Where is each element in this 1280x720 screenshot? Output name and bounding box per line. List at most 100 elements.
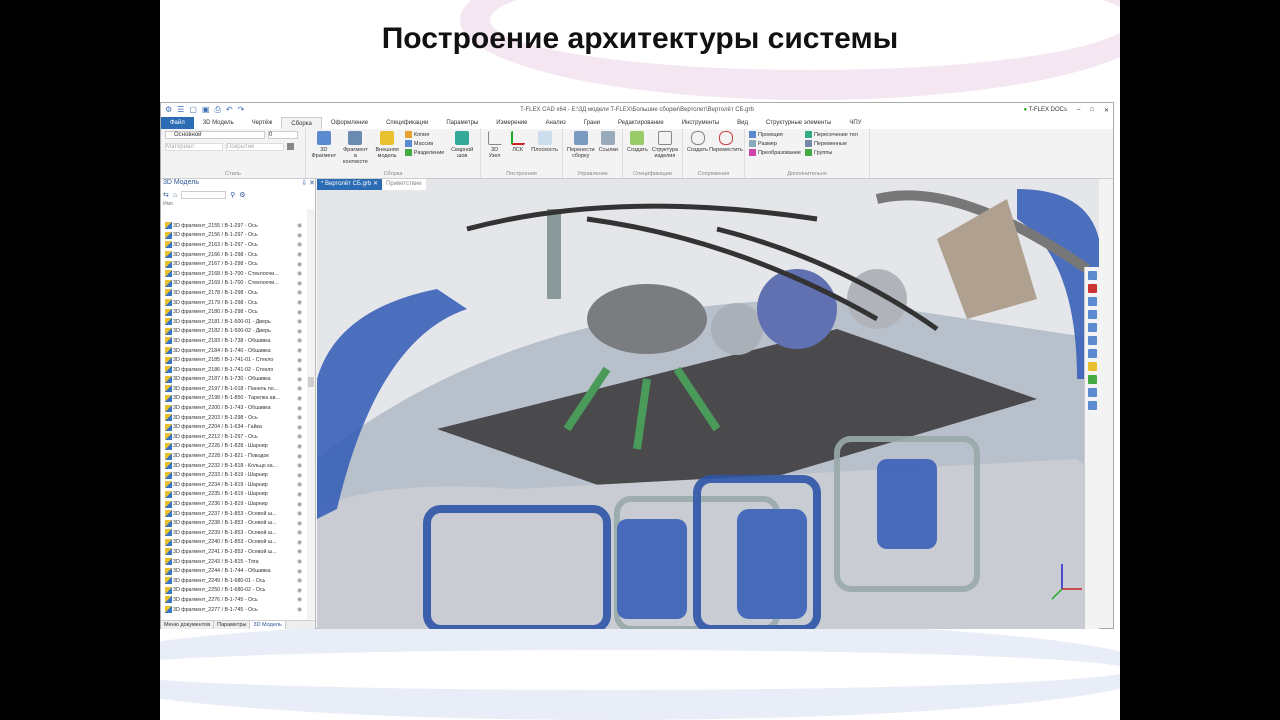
maximize-button[interactable]: □ bbox=[1090, 107, 1094, 113]
tree-item[interactable]: 3D фрагмент_2203 / В-1-298 - Ось ◉ bbox=[161, 413, 307, 423]
tab-0[interactable]: Файл bbox=[161, 117, 194, 129]
visibility-icon[interactable]: ◉ bbox=[297, 376, 307, 383]
tree-item[interactable]: 3D фрагмент_2181 / В-1-500-01 - Дверь ◉ bbox=[161, 317, 307, 327]
tree-item[interactable]: 3D фрагмент_2234 / В-1-819 - Шарнир ◉ bbox=[161, 480, 307, 490]
tab-parameters[interactable]: Параметры bbox=[214, 621, 251, 629]
variables-button[interactable]: Переменные bbox=[804, 140, 858, 147]
back-icon[interactable]: ⇆ bbox=[163, 191, 169, 199]
visibility-icon[interactable]: ◉ bbox=[297, 424, 307, 431]
scrollbar-thumb[interactable] bbox=[308, 377, 314, 387]
visibility-icon[interactable]: ◉ bbox=[297, 251, 307, 258]
visibility-icon[interactable]: ◉ bbox=[297, 270, 307, 277]
minimize-button[interactable]: – bbox=[1077, 107, 1080, 113]
visibility-icon[interactable]: ◉ bbox=[297, 405, 307, 412]
visibility-icon[interactable]: ◉ bbox=[297, 337, 307, 344]
render-icon[interactable] bbox=[1087, 375, 1097, 384]
visibility-icon[interactable]: ◉ bbox=[297, 366, 307, 373]
visibility-icon[interactable]: ◉ bbox=[297, 568, 307, 575]
create-mate-button[interactable]: Создать bbox=[687, 131, 708, 176]
structure-button[interactable]: Структура изделия bbox=[652, 131, 678, 176]
tab-13[interactable]: Структурные элементы bbox=[757, 117, 840, 129]
intersection-button[interactable]: Пересечение тел bbox=[804, 131, 858, 138]
zoom-in-icon[interactable] bbox=[1087, 310, 1097, 319]
tree-item[interactable]: 3D фрагмент_2228 / В-1-821 - Поводок ◉ bbox=[161, 451, 307, 461]
3d-fragment-button[interactable]: 3D Фрагмент bbox=[310, 131, 338, 176]
visibility-icon[interactable]: ◉ bbox=[297, 395, 307, 402]
tree-item[interactable]: 3D фрагмент_2197 / В-1-018 - Панель по..… bbox=[161, 384, 307, 394]
tab-document-menu[interactable]: Меню документов bbox=[161, 621, 215, 629]
tree-item[interactable]: 3D фрагмент_2183 / В-1-738 - Обшивка ◉ bbox=[161, 336, 307, 346]
visibility-icon[interactable]: ◉ bbox=[297, 222, 307, 229]
filter-input[interactable] bbox=[181, 191, 227, 199]
visibility-icon[interactable]: ◉ bbox=[297, 289, 307, 296]
view-cube-icon[interactable] bbox=[1087, 271, 1097, 280]
visibility-icon[interactable]: ◉ bbox=[297, 261, 307, 268]
tree-item[interactable]: 3D фрагмент_2185 / В-1-741-01 - Стекло ◉ bbox=[161, 355, 307, 365]
visibility-icon[interactable]: ◉ bbox=[297, 241, 307, 248]
tree-item[interactable]: 3D фрагмент_2178 / В-1-298 - Ось ◉ bbox=[161, 288, 307, 298]
close-tab-icon[interactable]: ✕ bbox=[373, 181, 378, 187]
visibility-icon[interactable]: ◉ bbox=[297, 453, 307, 460]
docs-button[interactable]: ● T-FLEX DOCs bbox=[1023, 107, 1067, 113]
visibility-icon[interactable]: ◉ bbox=[297, 558, 307, 565]
tab-9[interactable]: Грани bbox=[575, 117, 609, 129]
camera-icon[interactable] bbox=[1087, 401, 1097, 410]
tree-item[interactable]: 3D фрагмент_2169 / В-1-700 - Стеклоочи..… bbox=[161, 279, 307, 289]
tab-10[interactable]: Редактирование bbox=[609, 117, 673, 129]
visibility-icon[interactable]: ◉ bbox=[297, 280, 307, 287]
close-button[interactable]: ✕ bbox=[1104, 107, 1109, 114]
tree-item[interactable]: 3D фрагмент_2232 / В-1-818 - Кольцо ка..… bbox=[161, 461, 307, 471]
tab-3d-model[interactable]: 3D Модель bbox=[250, 621, 286, 629]
dimension-button[interactable]: Размер bbox=[749, 140, 801, 147]
tab-11[interactable]: Инструменты bbox=[673, 117, 728, 129]
visibility-icon[interactable]: ◉ bbox=[297, 462, 307, 469]
visibility-icon[interactable]: ◉ bbox=[297, 232, 307, 239]
zoom-icon[interactable] bbox=[1087, 297, 1097, 306]
plane-button[interactable]: Плоскость bbox=[531, 131, 558, 176]
section-icon[interactable] bbox=[1087, 362, 1097, 371]
visibility-icon[interactable]: ◉ bbox=[297, 491, 307, 498]
layer-select[interactable]: Основной bbox=[165, 131, 265, 139]
tree-item[interactable]: 3D фрагмент_2212 / В-1-297 - Ось ◉ bbox=[161, 432, 307, 442]
doc-tab-helicopter[interactable]: * Вертолёт СБ.grb ✕ bbox=[317, 179, 382, 190]
tree-item[interactable]: 3D фрагмент_2187 / В-1-730 - Обшивка ◉ bbox=[161, 375, 307, 385]
visibility-icon[interactable]: ◉ bbox=[297, 548, 307, 555]
visibility-icon[interactable]: ◉ bbox=[297, 318, 307, 325]
tab-3[interactable]: Сборка bbox=[281, 116, 322, 130]
tree-item[interactable]: 3D фрагмент_2182 / В-1-500-02 - Дверь ◉ bbox=[161, 327, 307, 337]
tree-item[interactable]: 3D фрагмент_2249 / В-1-680-01 - Ось ◉ bbox=[161, 576, 307, 586]
move-mate-button[interactable]: Переместить bbox=[709, 131, 743, 176]
array-button[interactable]: Массив bbox=[404, 140, 444, 147]
projection-button[interactable]: Проекция bbox=[749, 131, 801, 138]
tree-item[interactable]: 3D фрагмент_2239 / В-1-853 - Осевой ш...… bbox=[161, 528, 307, 538]
tab-7[interactable]: Измерение bbox=[487, 117, 536, 129]
light-icon[interactable] bbox=[1087, 388, 1097, 397]
visibility-icon[interactable]: ◉ bbox=[297, 587, 307, 594]
visibility-icon[interactable]: ◉ bbox=[297, 328, 307, 335]
magnet-icon[interactable] bbox=[1087, 284, 1097, 293]
tree-item[interactable]: 3D фрагмент_2233 / В-1-819 - Шарнир ◉ bbox=[161, 470, 307, 480]
tree-item[interactable]: 3D фрагмент_2237 / В-1-853 - Осевой ш...… bbox=[161, 509, 307, 519]
fragment-context-button[interactable]: Фрагмент в контексте bbox=[342, 131, 370, 176]
tree-item[interactable]: 3D фрагмент_2244 / В-1-744 - Обшивка ◉ bbox=[161, 566, 307, 576]
tree-item[interactable]: 3D фрагмент_2250 / В-1-680-02 - Ось ◉ bbox=[161, 586, 307, 596]
tree-item[interactable]: 3D фрагмент_2186 / В-1-741-02 - Стекло ◉ bbox=[161, 365, 307, 375]
visibility-icon[interactable]: ◉ bbox=[297, 501, 307, 508]
visibility-icon[interactable]: ◉ bbox=[297, 357, 307, 364]
tree-item[interactable]: 3D фрагмент_2277 / В-1-745 - Ось ◉ bbox=[161, 605, 307, 615]
visibility-icon[interactable]: ◉ bbox=[297, 510, 307, 517]
rotate-icon[interactable] bbox=[1087, 336, 1097, 345]
tree-item[interactable]: 3D фрагмент_2204 / В-1-634 - Гайка ◉ bbox=[161, 422, 307, 432]
external-model-button[interactable]: Внешняя модель bbox=[373, 131, 401, 176]
layer-number[interactable]: 0 bbox=[268, 131, 298, 139]
tab-1[interactable]: 3D Модель bbox=[194, 117, 243, 129]
tree-item[interactable]: 3D фрагмент_2236 / В-1-819 - Шарнир ◉ bbox=[161, 499, 307, 509]
tree-item[interactable]: 3D фрагмент_2156 / В-1-297 - Ось ◉ bbox=[161, 231, 307, 241]
lcs-button[interactable]: ЛСК bbox=[508, 131, 527, 176]
search-icon[interactable]: ⚲ bbox=[230, 191, 235, 199]
color-icon[interactable] bbox=[287, 143, 294, 150]
tab-2[interactable]: Чертёж bbox=[243, 117, 282, 129]
visibility-icon[interactable]: ◉ bbox=[297, 309, 307, 316]
visibility-icon[interactable]: ◉ bbox=[297, 433, 307, 440]
tab-8[interactable]: Анализ bbox=[537, 117, 575, 129]
